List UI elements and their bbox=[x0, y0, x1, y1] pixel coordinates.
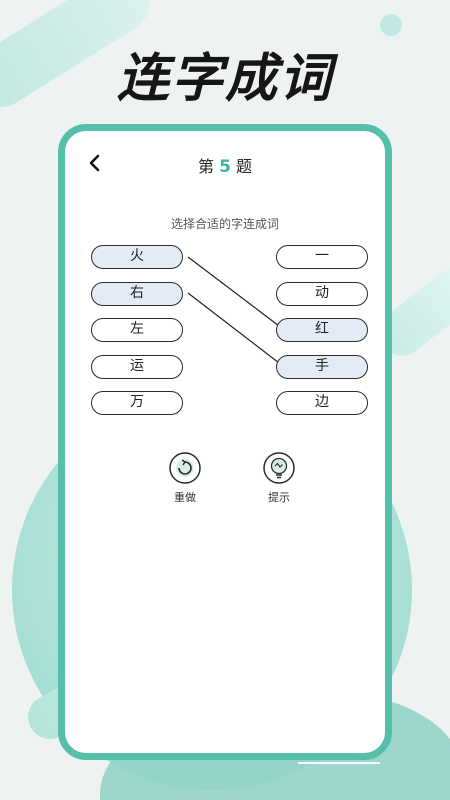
left-char-chip[interactable]: 运 bbox=[91, 355, 183, 379]
left-char-chip[interactable]: 火 bbox=[91, 245, 183, 269]
redo-button[interactable]: 重做 bbox=[155, 451, 215, 505]
hint-label: 提示 bbox=[268, 491, 290, 504]
brand-pinyin: zì cí bbox=[300, 722, 361, 752]
hero-title: 连字成词 bbox=[116, 49, 333, 109]
redo-icon bbox=[169, 452, 201, 484]
connection-line-2 bbox=[187, 292, 284, 367]
left-char-chip[interactable]: 右 bbox=[91, 282, 183, 306]
brand-underline bbox=[298, 762, 380, 764]
question-number: 5 bbox=[219, 157, 231, 177]
redo-label: 重做 bbox=[174, 491, 196, 504]
title-prefix: 第 bbox=[197, 157, 214, 176]
right-char-chip[interactable]: 一 bbox=[276, 245, 368, 269]
title-suffix: 题 bbox=[236, 157, 253, 176]
connection-line-1 bbox=[187, 256, 284, 330]
instruction-text: 选择合适的字连成词 bbox=[170, 217, 279, 231]
left-char-chip[interactable]: 万 bbox=[91, 391, 183, 415]
page-title: 第 5 题 bbox=[65, 153, 385, 177]
decor-dot bbox=[380, 14, 402, 36]
right-char-chip[interactable]: 红 bbox=[276, 318, 368, 342]
lightbulb-icon bbox=[263, 452, 295, 484]
right-char-chip[interactable]: 动 bbox=[276, 282, 368, 306]
hint-button[interactable]: 提示 bbox=[249, 451, 309, 505]
phone-screen: 第 5 题 选择合适的字连成词 火 右 左 运 万 一 动 红 手 边 重做 提… bbox=[58, 124, 392, 760]
left-char-chip[interactable]: 左 bbox=[91, 318, 183, 342]
right-char-chip[interactable]: 手 bbox=[276, 355, 368, 379]
right-char-chip[interactable]: 边 bbox=[276, 391, 368, 415]
